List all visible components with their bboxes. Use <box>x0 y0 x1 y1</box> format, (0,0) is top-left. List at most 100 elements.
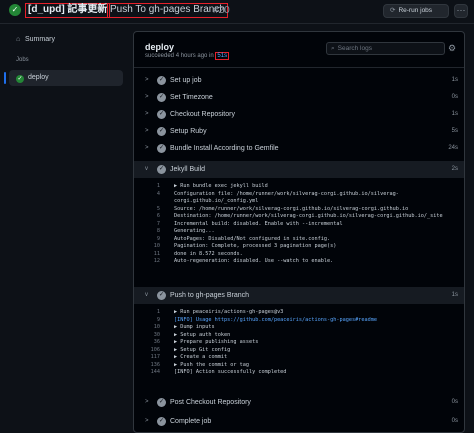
log-line: 136 ▶ Push the commit or tag <box>134 361 464 370</box>
log-line-text: done in 8.572 seconds. <box>174 250 243 257</box>
log-line-number[interactable]: 1 <box>134 183 160 191</box>
log-line: 1 ▶ Run peaceiris/actions-gh-pages@v3 <box>134 309 464 317</box>
log-line-text: Auto-regeneration: disabled. Use --watch… <box>174 258 334 264</box>
log-line: 6 Destination: /home/runner/work/silvera… <box>134 213 464 221</box>
log-line: 12 Auto-regeneration: disabled. Use --wa… <box>134 258 464 266</box>
log-line: 9 AutoPages: Disabled/Not configured in … <box>134 235 464 244</box>
step-complete-job[interactable]: > ✓ Complete job 0s <box>134 413 464 430</box>
chevron-right-icon: > <box>145 399 149 405</box>
log-line-number[interactable]: 36 <box>134 339 160 347</box>
log-line: corgi.github.io/_config.yml <box>134 198 464 206</box>
log-line-number[interactable]: 11 <box>134 251 160 259</box>
log-line-number[interactable]: 8 <box>134 228 160 236</box>
log-line-text: ▶ Run peaceiris/actions-gh-pages@v3 <box>174 309 284 315</box>
log-line-number[interactable]: 12 <box>134 258 160 266</box>
check-circle-icon: ✓ <box>157 165 166 174</box>
home-icon: ⌂ <box>16 36 21 43</box>
chevron-right-icon: > <box>145 94 149 100</box>
check-circle-icon: ✓ <box>157 417 166 426</box>
log-line-text: Incremental build: disabled. Enable with… <box>174 220 343 227</box>
check-circle-icon: ✓ <box>157 76 166 85</box>
run-workflow-name: Push To gh-pages Branch <box>107 3 228 18</box>
log-line-text: Destination: /home/runner/work/silverag-… <box>174 213 443 219</box>
step-checkout-repository[interactable]: > ✓ Checkout Repository 1s <box>134 106 464 123</box>
check-circle-icon: ✓ <box>9 4 21 16</box>
log-line-text: ▶ Create a commit <box>174 354 228 360</box>
log-line: 10 Pagination: Complete, processed 3 pag… <box>134 243 464 251</box>
chevron-down-icon: v <box>145 166 148 172</box>
log-line-number[interactable]: 136 <box>134 362 160 370</box>
log-line-number[interactable]: 9 <box>134 317 160 325</box>
step-setup-ruby[interactable]: > ✓ Setup Ruby 5s <box>134 123 464 140</box>
log-line-text: ▶ Prepare publishing assets <box>174 339 259 345</box>
gear-icon[interactable]: ⚙ <box>448 42 456 55</box>
search-logs-input[interactable]: ⌕ Search logs <box>326 42 445 55</box>
log-line-number[interactable]: 7 <box>134 221 160 229</box>
log-line: 4 Configuration file: /home/runner/work/s… <box>134 190 464 199</box>
check-circle-icon: ✓ <box>157 127 166 136</box>
log-line-text: corgi.github.io/_config.yml <box>174 198 259 204</box>
run-header: ✓ [d_upd] 記事更新 Push To gh-pages Branch #… <box>0 0 474 24</box>
more-menu-button[interactable]: ⋯ <box>454 4 468 18</box>
log-line-number[interactable]: 10 <box>134 324 160 332</box>
log-line-number[interactable]: 5 <box>134 206 160 214</box>
log-line: 106 ▶ Setup Git config <box>134 346 464 355</box>
step-bundle-install[interactable]: > ✓ Bundle Install According to Gemfile … <box>134 140 464 157</box>
log-line: 9 [INFO] Usage https://github.com/peaceir… <box>134 317 464 325</box>
check-circle-icon: ✓ <box>157 110 166 119</box>
jobs-section-label: Jobs <box>16 57 29 63</box>
check-circle-icon: ✓ <box>16 75 24 83</box>
kebab-horizontal-icon: ⋯ <box>456 5 466 15</box>
log-line-number[interactable]: 30 <box>134 332 160 340</box>
job-duration: 51s <box>215 52 230 60</box>
log-line-text: AutoPages: Disabled/Not configured in si… <box>174 235 331 242</box>
log-line-number[interactable]: 6 <box>134 213 160 221</box>
step-set-timezone[interactable]: > ✓ Set Timezone 0s <box>134 89 464 106</box>
log-line: 10 ▶ Dump inputs <box>134 324 464 332</box>
sidebar-item-deploy[interactable]: ✓ deploy <box>4 70 123 86</box>
log-line-text: ▶ Run bundle exec jekyll build <box>174 183 268 189</box>
push-gh-pages-log: 1 ▶ Run peaceiris/actions-gh-pages@v3 9 [IN… <box>134 309 464 377</box>
check-circle-icon: ✓ <box>157 398 166 407</box>
log-line-text: Pagination: Complete, processed 3 pagina… <box>174 243 337 249</box>
log-line-text: ▶ Setup auth token <box>174 331 231 338</box>
check-circle-icon: ✓ <box>157 93 166 102</box>
check-circle-icon: ✓ <box>157 144 166 153</box>
log-line: 7 Incremental build: disabled. Enable wi… <box>134 220 464 229</box>
step-post-checkout-repository[interactable]: > ✓ Post Checkout Repository 0s <box>134 394 464 411</box>
log-line-number[interactable]: 4 <box>134 191 160 199</box>
chevron-right-icon: > <box>145 77 149 83</box>
divider <box>134 67 464 68</box>
run-title-tag: [d_upd] 記事更新 <box>25 3 111 18</box>
log-line-text: Source: /home/runner/work/silverag-corgi… <box>174 205 409 212</box>
rerun-jobs-button[interactable]: ⟳ Re-run jobs <box>383 4 449 18</box>
log-line-text: ▶ Dump inputs <box>174 324 215 330</box>
job-log-panel: deploy succeeded 4 hours ago in 51s ⌕ Sea… <box>133 31 465 433</box>
log-line-text: Configuration file: /home/runner/work/si… <box>174 190 399 197</box>
log-line: 117 ▶ Create a commit <box>134 354 464 362</box>
chevron-right-icon: > <box>145 111 149 117</box>
log-line-number[interactable]: 10 <box>134 243 160 251</box>
jekyll-build-log: 1 ▶ Run bundle exec jekyll build 4 Configur… <box>134 183 464 266</box>
log-line-text: ▶ Push the commit or tag <box>174 361 249 368</box>
check-circle-icon: ✓ <box>157 291 166 300</box>
log-line: 36 ▶ Prepare publishing assets <box>134 339 464 347</box>
log-line-number[interactable]: 144 <box>134 369 160 377</box>
step-push-to-gh-pages[interactable]: v ✓ Push to gh-pages Branch 1s <box>134 287 464 304</box>
log-line-number[interactable]: 106 <box>134 347 160 355</box>
sidebar-item-summary[interactable]: ⌂ Summary <box>9 32 123 48</box>
log-line-number[interactable]: 9 <box>134 236 160 244</box>
sync-icon: ⟳ <box>390 7 396 14</box>
log-line: 11 done in 8.572 seconds. <box>134 250 464 259</box>
log-line-text: Generating... <box>174 228 215 234</box>
log-line: 8 Generating... <box>134 228 464 236</box>
log-line-text: ▶ Setup Git config <box>174 346 231 353</box>
log-line-number[interactable]: 117 <box>134 354 160 362</box>
log-line-link-text[interactable]: [INFO] Usage https://github.com/peaceiri… <box>174 317 377 325</box>
log-line-text: [INFO] Action successfully completed <box>174 369 287 375</box>
job-status-line: succeeded 4 hours ago in 51s <box>145 52 230 60</box>
run-number: #20 <box>213 5 230 16</box>
step-set-up-job[interactable]: > ✓ Set up job 1s <box>134 72 464 89</box>
step-jekyll-build[interactable]: v ✓ Jekyll Build 2s <box>134 161 464 178</box>
log-line-number[interactable]: 1 <box>134 309 160 317</box>
